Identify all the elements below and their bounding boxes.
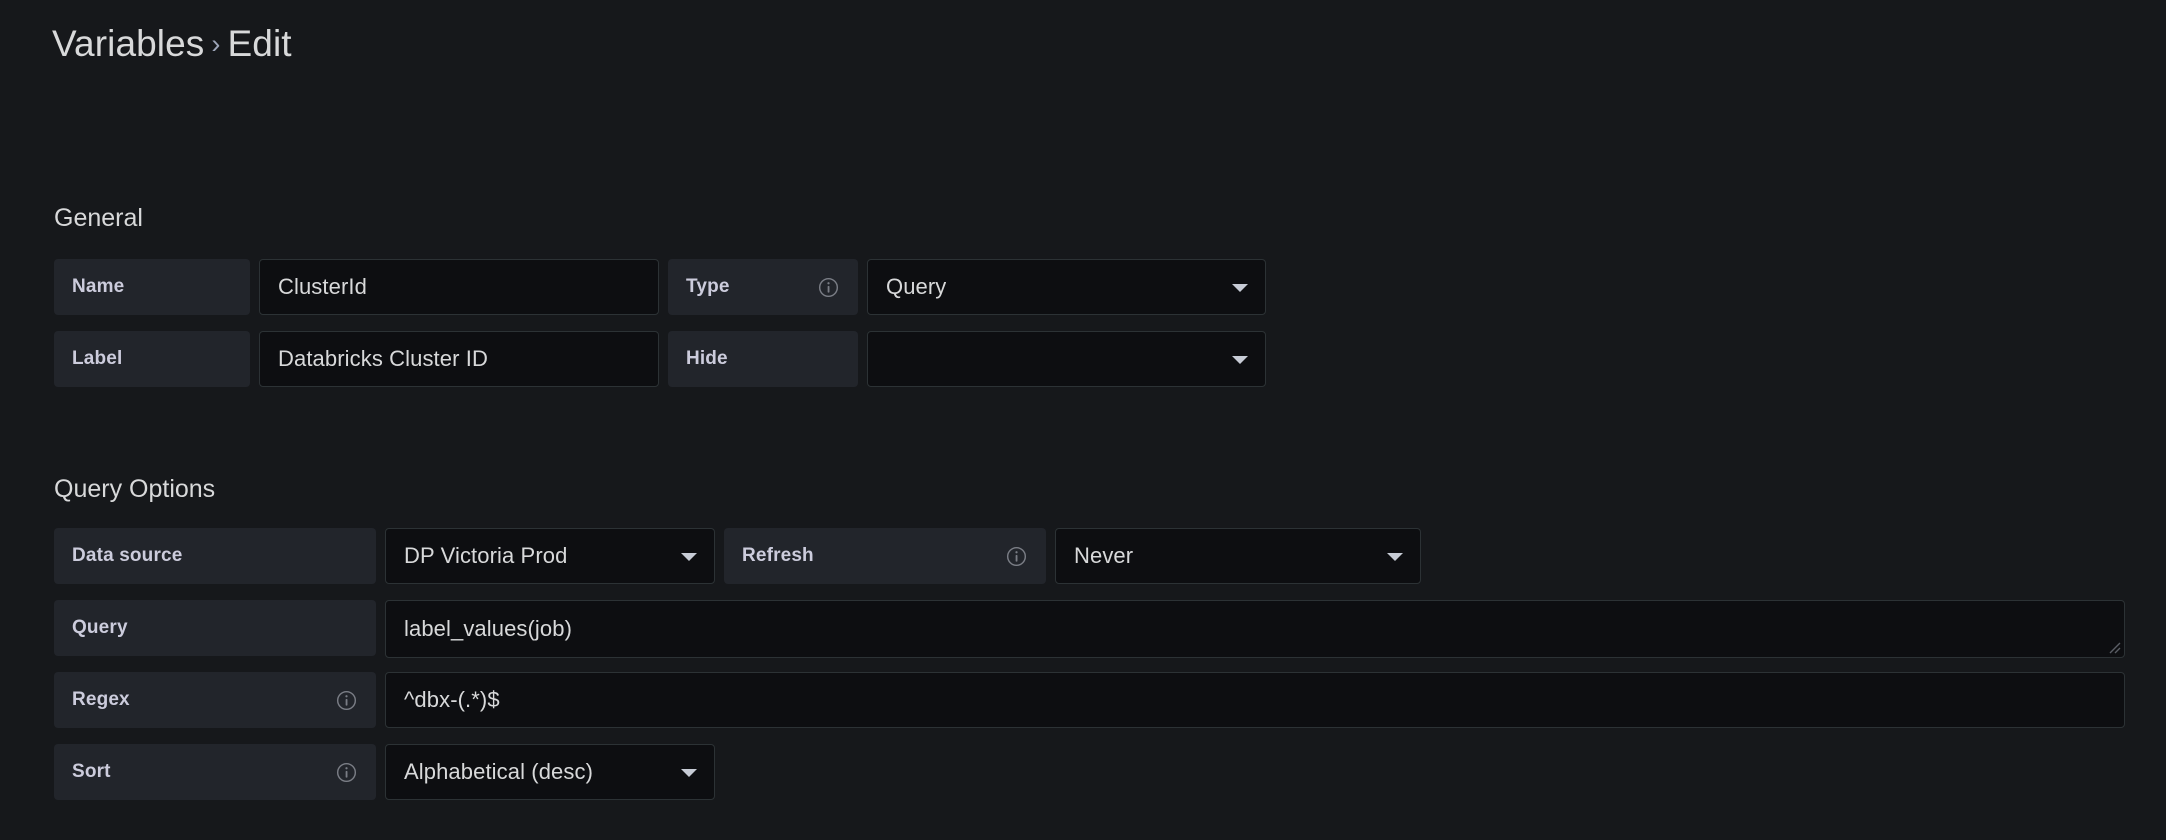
data-source-select-value: DP Victoria Prod [404,543,568,568]
section-title-query-options: Query Options [54,475,216,503]
sort-select[interactable]: Alphabetical (desc) [385,744,715,800]
breadcrumb: Variables › Edit [52,22,292,69]
info-circle-icon[interactable] [335,689,358,712]
sort-select-value: Alphabetical (desc) [404,759,593,784]
label-input[interactable]: Databricks Cluster ID [259,331,659,387]
breadcrumb-item-edit: Edit [227,23,292,64]
query-options-datasource-row: Data source DP Victoria Prod Refresh Nev… [54,528,1421,584]
regex-label-text: Regex [72,689,130,710]
chevron-down-icon [1387,553,1403,561]
resize-grip-icon[interactable] [2105,638,2121,654]
breadcrumb-item-variables[interactable]: Variables [52,23,204,64]
general-label-row: Label Databricks Cluster ID Hide [54,331,1266,387]
breadcrumb-separator-icon: › [211,29,221,59]
type-label-text: Type [686,276,730,297]
hide-select[interactable] [867,331,1266,387]
data-source-label-text: Data source [72,545,183,566]
query-field-label: Query [54,600,376,656]
info-circle-icon[interactable] [1005,545,1028,568]
query-label-text: Query [72,617,128,638]
refresh-select[interactable]: Never [1055,528,1421,584]
refresh-select-value: Never [1074,543,1134,568]
label-field-label: Label [54,331,250,387]
chevron-down-icon [1232,356,1248,364]
name-input[interactable]: ClusterId [259,259,659,315]
variable-edit-page: Variables › Edit General Name ClusterId Ty… [0,0,2166,840]
general-name-row: Name ClusterId Type Query [54,259,1266,315]
query-textarea[interactable]: label_values(job) [385,600,2125,658]
regex-field-label: Regex [54,672,376,728]
data-source-select[interactable]: DP Victoria Prod [385,528,715,584]
refresh-field-label: Refresh [724,528,1046,584]
hide-label-text: Hide [686,348,728,369]
chevron-down-icon [681,769,697,777]
info-circle-icon[interactable] [817,276,840,299]
label-input-value: Databricks Cluster ID [278,346,488,371]
sort-label-text: Sort [72,761,111,782]
refresh-label-text: Refresh [742,545,814,566]
regex-input[interactable]: ^dbx-(.*)$ [385,672,2125,728]
type-field-label: Type [668,259,858,315]
data-source-field-label: Data source [54,528,376,584]
chevron-down-icon [1232,284,1248,292]
regex-input-value: ^dbx-(.*)$ [404,687,500,712]
name-field-label: Name [54,259,250,315]
name-label-text: Name [72,276,125,297]
hide-field-label: Hide [668,331,858,387]
query-textarea-value: label_values(job) [404,616,573,641]
query-options-sort-row: Sort Alphabetical (desc) [54,744,715,800]
section-title-general: General [54,204,143,232]
name-input-value: ClusterId [278,274,367,299]
info-circle-icon[interactable] [335,761,358,784]
chevron-down-icon [681,553,697,561]
sort-field-label: Sort [54,744,376,800]
type-select-value: Query [886,274,947,299]
query-options-query-row: Query label_values(job) [54,600,2125,658]
query-options-regex-row: Regex ^dbx-(.*)$ [54,672,2125,728]
type-select[interactable]: Query [867,259,1266,315]
label-label-text: Label [72,348,123,369]
